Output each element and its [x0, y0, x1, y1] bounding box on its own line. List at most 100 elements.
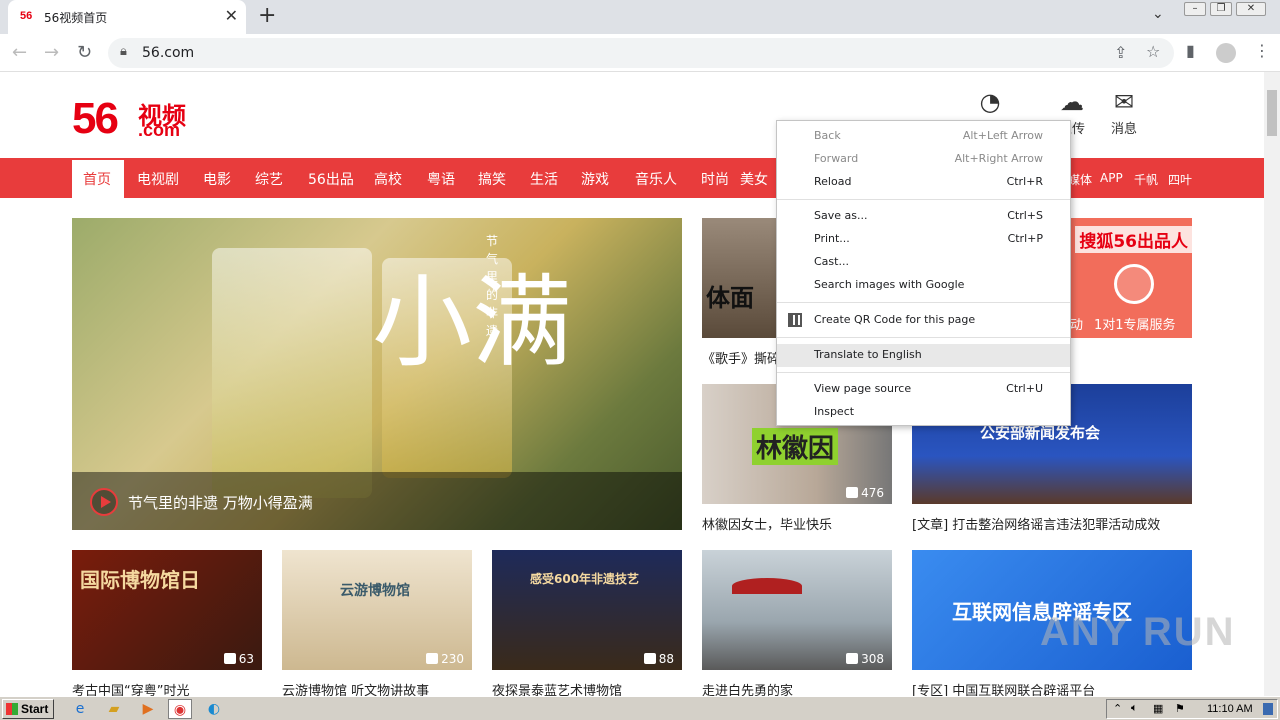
tab-close-icon[interactable]: ✕: [225, 6, 238, 25]
channel-nav: 首页 电视剧 电影 综艺 56出品 高校 粤语 搞笑 生活 游戏 音乐人 时尚 …: [0, 158, 1264, 198]
video-thumbnail[interactable]: 国际博物馆日 63: [72, 550, 262, 670]
play-count: 476: [846, 486, 884, 500]
menu-separator: [777, 372, 1070, 373]
tab-title: 56视频首页: [44, 11, 108, 25]
back-arrow-icon[interactable]: ←: [12, 42, 27, 63]
menu-item-print[interactable]: Print... Ctrl+P: [777, 228, 1070, 251]
new-tab-button[interactable]: +: [258, 3, 276, 28]
side-panel-icon[interactable]: ▮: [1186, 41, 1195, 60]
minimize-button[interactable]: –: [1184, 2, 1206, 16]
nav-item[interactable]: 四叶: [1168, 171, 1192, 188]
browser-toolbar: ← → ↻ 🔒︎ 56.com ⇪ ☆ ▮ ⋮: [0, 34, 1280, 72]
bookmark-star-icon[interactable]: ☆: [1146, 42, 1160, 61]
nav-item[interactable]: 电视剧: [137, 169, 179, 189]
windows-taskbar: Start e ▰ ▶ ◉ ◐ ⌃ 🔈︎ ▦ ⚑ 11:10 AM: [0, 696, 1280, 720]
show-desktop-icon[interactable]: [1263, 703, 1273, 715]
nav-item[interactable]: 游戏: [581, 169, 609, 189]
hero-title[interactable]: 节气里的非遗 万物小得盈满: [128, 492, 313, 513]
messages-link[interactable]: ✉ 消息: [1106, 88, 1142, 137]
nav-item[interactable]: 综艺: [255, 169, 283, 189]
chrome-icon[interactable]: ◉: [168, 699, 192, 719]
video-caption[interactable]: 走进白先勇的家: [702, 680, 793, 696]
menu-item-back[interactable]: Back Alt+Left Arrow: [777, 125, 1070, 148]
video-caption[interactable]: 云游博物馆 听文物讲故事: [282, 680, 429, 696]
profile-avatar-icon[interactable]: [1216, 43, 1236, 63]
nav-item[interactable]: 美女: [740, 169, 768, 189]
folder-icon[interactable]: ▰: [102, 699, 126, 719]
play-count-icon: [643, 653, 656, 664]
menu-item-save-as[interactable]: Save as... Ctrl+S: [777, 205, 1070, 228]
play-count: 308: [846, 652, 884, 666]
site-favicon: 56: [20, 10, 33, 22]
video-thumbnail[interactable]: 体面: [702, 218, 782, 338]
nav-item[interactable]: 千帆: [1134, 171, 1158, 188]
edge-icon[interactable]: ◐: [202, 699, 226, 719]
menu-item-qr-code[interactable]: Create QR Code for this page: [777, 309, 1070, 332]
clock[interactable]: 11:10 AM: [1207, 703, 1253, 715]
site-logo[interactable]: 56 视频 .com: [72, 94, 186, 144]
tea-glass-image: [212, 248, 372, 498]
video-caption[interactable]: 《歌手》撕碎: [702, 348, 780, 367]
play-count-icon: [846, 487, 859, 498]
nav-item[interactable]: 粤语: [427, 169, 455, 189]
nav-item[interactable]: 生活: [530, 169, 558, 189]
video-caption[interactable]: 林徽因女士，毕业快乐: [702, 514, 832, 533]
nav-item[interactable]: 音乐人: [635, 169, 677, 189]
reload-icon[interactable]: ↻: [77, 42, 92, 63]
video-caption[interactable]: [文章] 打击整治网络谣言违法犯罪活动成效: [912, 514, 1160, 533]
video-caption[interactable]: 考古中国“穿粤”时光: [72, 680, 189, 696]
restore-button[interactable]: ❐: [1210, 2, 1232, 16]
umbrella-image: [732, 578, 802, 594]
ie-icon[interactable]: e: [68, 699, 92, 719]
tray-arrow-icon[interactable]: ⌃: [1113, 702, 1122, 715]
vertical-scrollbar[interactable]: [1264, 72, 1280, 696]
tab-search-icon[interactable]: ⌄: [1152, 6, 1164, 22]
promo-banner[interactable]: 搜狐56出品人 动 1对1专属服务: [1070, 218, 1192, 338]
share-icon[interactable]: ⇪: [1114, 43, 1127, 62]
system-tray: ⌃ 🔈︎ ▦ ⚑ 11:10 AM: [1106, 699, 1278, 719]
user-login[interactable]: ◔: [972, 88, 1008, 118]
nav-item[interactable]: 时尚: [701, 169, 729, 189]
menu-item-view-source[interactable]: View page source Ctrl+U: [777, 378, 1070, 401]
play-count: 63: [223, 652, 254, 666]
start-button[interactable]: Start: [2, 699, 54, 719]
scrollbar-thumb[interactable]: [1267, 90, 1277, 136]
envelope-icon: ✉: [1113, 88, 1135, 116]
menu-item-search-images[interactable]: Search images with Google: [777, 274, 1070, 297]
nav-item-home[interactable]: 首页: [72, 160, 124, 198]
menu-item-inspect[interactable]: Inspect: [777, 401, 1070, 424]
close-window-button[interactable]: ✕: [1236, 2, 1266, 16]
menu-kebab-icon[interactable]: ⋮: [1254, 41, 1270, 60]
volume-icon[interactable]: 🔈︎: [1131, 702, 1138, 715]
play-count-icon: [426, 653, 439, 664]
nav-item[interactable]: 电影: [203, 169, 231, 189]
nav-item[interactable]: 高校: [374, 169, 402, 189]
nav-item[interactable]: 搞笑: [478, 169, 506, 189]
video-caption[interactable]: [专区] 中国互联网联合辟谣平台: [912, 680, 1095, 696]
lock-icon[interactable]: 🔒︎: [120, 44, 127, 59]
nav-item[interactable]: 媒体: [1068, 171, 1092, 188]
tab-strip: 56 56视频首页 ✕ + ⌄ – ❐ ✕: [0, 0, 1280, 34]
browser-tab[interactable]: 56 56视频首页 ✕: [8, 0, 246, 34]
address-bar[interactable]: 🔒︎ 56.com ⇪ ☆: [108, 38, 1174, 68]
menu-item-translate[interactable]: Translate to English: [777, 344, 1070, 367]
url-text: 56.com: [142, 45, 195, 61]
windows-flag-icon: [6, 703, 18, 715]
network-icon[interactable]: ▦: [1153, 702, 1163, 715]
video-caption[interactable]: 夜探景泰蓝艺术博物馆: [492, 680, 622, 696]
cloud-upload-icon: ☁: [1060, 88, 1084, 116]
hero-banner[interactable]: 小满 节气里的非遗 节气里的非遗 万物小得盈满: [72, 218, 682, 530]
menu-item-cast[interactable]: Cast...: [777, 251, 1070, 274]
menu-item-forward[interactable]: Forward Alt+Right Arrow: [777, 148, 1070, 171]
media-player-icon[interactable]: ▶: [136, 699, 160, 719]
video-thumbnail[interactable]: 308: [702, 550, 892, 670]
menu-item-reload[interactable]: Reload Ctrl+R: [777, 171, 1070, 194]
play-count-icon: [223, 653, 236, 664]
forward-arrow-icon[interactable]: →: [44, 42, 59, 63]
flag-icon[interactable]: ⚑: [1175, 702, 1185, 715]
play-icon[interactable]: [90, 488, 118, 516]
nav-item[interactable]: APP: [1100, 171, 1123, 185]
video-thumbnail[interactable]: 云游博物馆 230: [282, 550, 472, 670]
nav-item[interactable]: 56出品: [308, 169, 354, 189]
video-thumbnail[interactable]: 感受600年非遗技艺 88: [492, 550, 682, 670]
